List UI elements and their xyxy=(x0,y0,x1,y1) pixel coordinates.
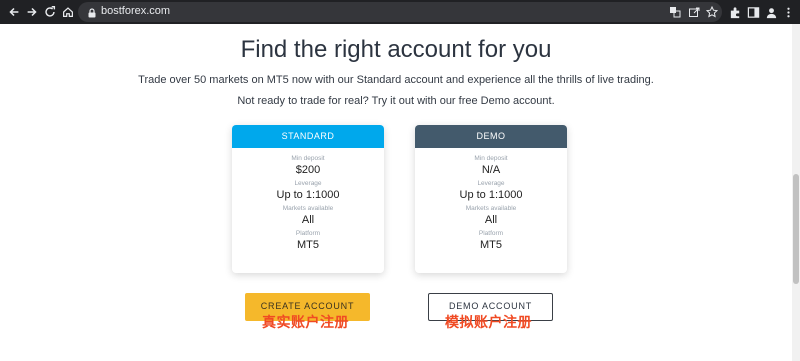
subtitle-standard: Trade over 50 markets on MT5 now with ou… xyxy=(138,74,654,86)
markets-label: Markets available xyxy=(282,205,334,212)
scrollbar-thumb[interactable] xyxy=(793,174,799,284)
min-deposit-value: N/A xyxy=(481,164,501,176)
platform-value: MT5 xyxy=(297,239,319,251)
home-icon[interactable] xyxy=(60,4,76,20)
min-deposit-value: $200 xyxy=(295,164,321,176)
create-account-chinese-label: 真实账户注册 xyxy=(262,314,349,330)
subtitle-demo: Not ready to trade for real? Try it out … xyxy=(237,95,555,107)
extensions-icon[interactable] xyxy=(727,4,743,20)
profile-icon[interactable] xyxy=(763,4,779,20)
browser-toolbar: bostforex.com xyxy=(0,0,800,24)
back-icon[interactable] xyxy=(6,4,22,20)
reload-icon[interactable] xyxy=(42,4,58,20)
leverage-label: Leverage xyxy=(477,180,505,187)
leverage-value: Up to 1:1000 xyxy=(459,189,523,201)
lock-icon[interactable] xyxy=(86,6,98,18)
share-icon[interactable] xyxy=(687,5,701,19)
page-scrollbar[interactable] xyxy=(792,24,800,361)
sidebar-icon[interactable] xyxy=(745,4,761,20)
leverage-value: Up to 1:1000 xyxy=(276,189,340,201)
min-deposit-label: Min deposit xyxy=(291,155,325,162)
markets-value: All xyxy=(301,214,315,226)
platform-label: Platform xyxy=(295,230,321,237)
markets-value: All xyxy=(484,214,498,226)
star-icon[interactable] xyxy=(705,5,719,19)
address-bar[interactable]: bostforex.com xyxy=(78,2,722,22)
standard-account-card: STANDARD Min deposit $200 Leverage Up to… xyxy=(232,125,384,273)
demo-account-chinese-label: 模拟账户注册 xyxy=(445,314,532,330)
min-deposit-label: Min deposit xyxy=(474,155,508,162)
demo-card-title: DEMO xyxy=(415,125,567,148)
url-text: bostforex.com xyxy=(101,5,171,17)
forward-icon[interactable] xyxy=(24,4,40,20)
leverage-label: Leverage xyxy=(294,180,322,187)
translate-icon[interactable] xyxy=(668,5,682,19)
standard-card-title: STANDARD xyxy=(232,125,384,148)
markets-label: Markets available xyxy=(465,205,517,212)
demo-account-card: DEMO Min deposit N/A Leverage Up to 1:10… xyxy=(415,125,567,273)
platform-label: Platform xyxy=(478,230,504,237)
menu-icon[interactable] xyxy=(780,4,796,20)
page-title: Find the right account for you xyxy=(240,36,552,63)
platform-value: MT5 xyxy=(480,239,502,251)
